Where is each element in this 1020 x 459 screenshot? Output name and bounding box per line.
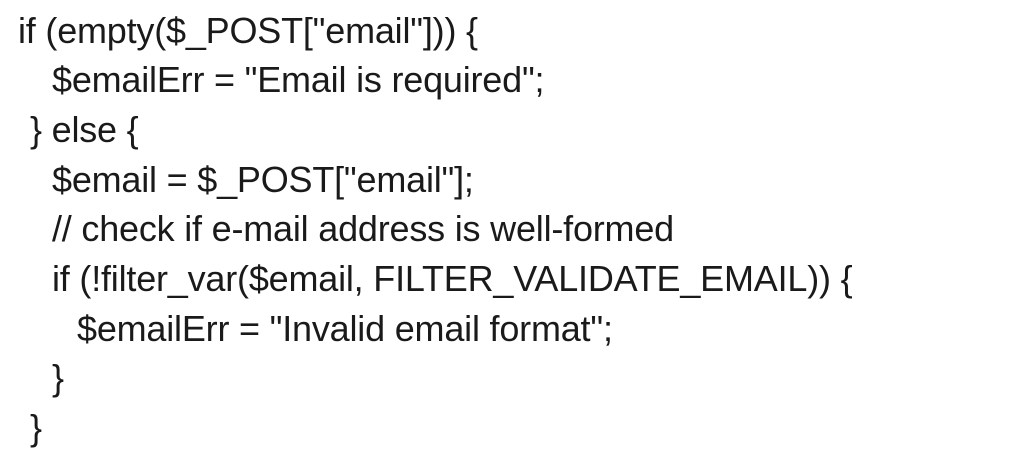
code-line-comment: // check if e-mail address is well-forme… — [52, 208, 674, 249]
code-line-assign-email: $email = $_POST["email"]; — [52, 159, 474, 200]
code-line-filter-var: if (!filter_var($email, FILTER_VALIDATE_… — [52, 258, 853, 299]
code-line-else: } else { — [30, 109, 139, 150]
code-line-close-outer: } — [30, 407, 42, 448]
code-block: if (empty($_POST["email"])) { $emailErr … — [0, 0, 1020, 459]
code-line-email-required: $emailErr = "Email is required"; — [52, 59, 545, 100]
code-line-invalid-format: $emailErr = "Invalid email format"; — [77, 308, 613, 349]
code-line-close-inner: } — [52, 357, 64, 398]
code-line-if-empty: if (empty($_POST["email"])) { — [18, 10, 478, 51]
